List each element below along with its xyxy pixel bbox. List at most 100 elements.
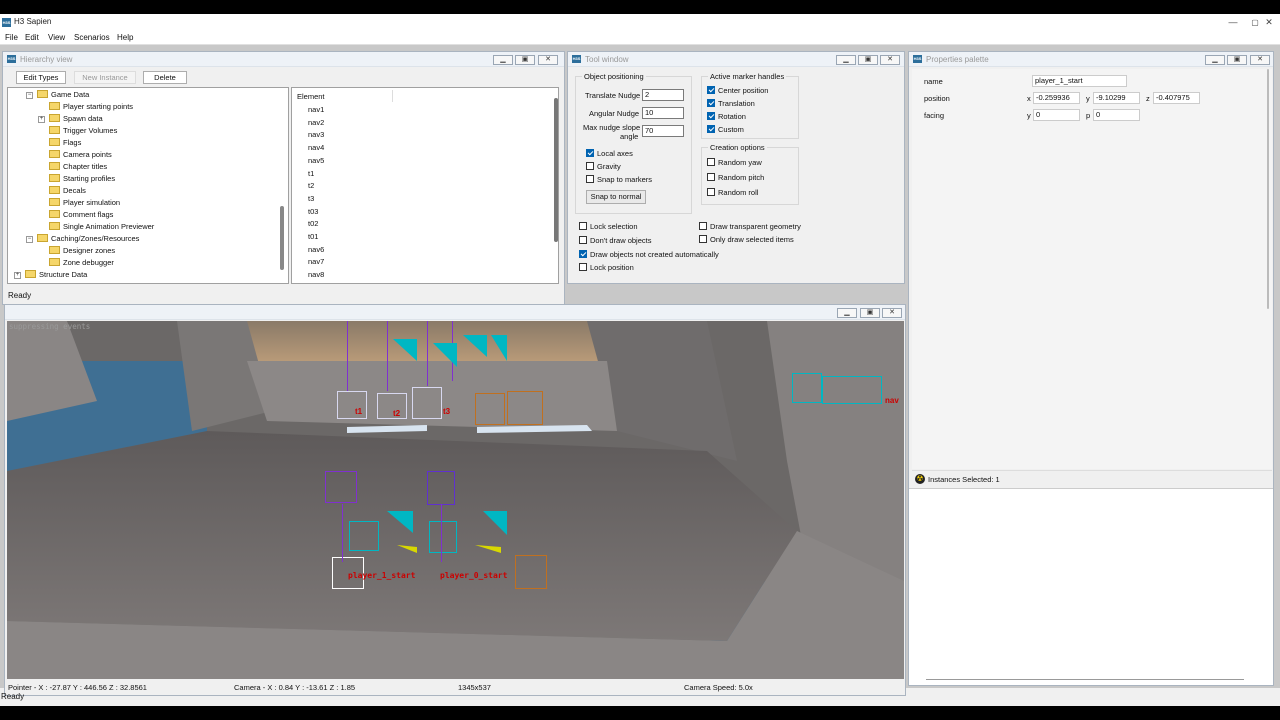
draw-transparent-label[interactable]: Draw transparent geometry <box>710 222 801 231</box>
snap-to-normal-button[interactable]: Snap to normal <box>586 190 646 204</box>
tree-item[interactable]: Comment flags <box>49 210 113 222</box>
random-yaw-label[interactable]: Random yaw <box>718 158 762 167</box>
element-column-header[interactable]: Element <box>297 92 325 101</box>
menu-help[interactable]: Help <box>117 33 133 42</box>
random-roll-label[interactable]: Random roll <box>718 188 758 197</box>
tree-item[interactable]: + Structure Data <box>14 270 87 282</box>
list-scrollbar[interactable] <box>554 98 558 242</box>
facing-p-field[interactable]: 0 <box>1093 109 1140 121</box>
tool-title-bar[interactable]: H3S Tool window ▁ ▣ ✕ <box>568 52 904 67</box>
translation-checkbox[interactable] <box>707 99 715 107</box>
custom-label[interactable]: Custom <box>718 125 744 134</box>
position-x-field[interactable]: -0.259936 <box>1033 92 1080 104</box>
list-item[interactable]: nav1 <box>308 105 324 114</box>
lock-selection-checkbox[interactable] <box>579 222 587 230</box>
position-z-field[interactable]: -0.407975 <box>1153 92 1200 104</box>
delete-button[interactable]: Delete <box>143 71 187 84</box>
player-marker-box[interactable] <box>349 521 379 551</box>
element-list[interactable]: Element nav1 nav2 nav3 nav4 nav5 t1 t2 t3 t03 t02… <box>291 87 559 284</box>
3d-viewport[interactable]: suppressing events t1 t2 t3 nav player_1… <box>7 321 904 679</box>
restore-icon[interactable]: ▣ <box>858 55 878 65</box>
player-marker-box[interactable] <box>429 521 457 553</box>
player-0-marker-box[interactable] <box>515 555 547 589</box>
only-draw-selected-label[interactable]: Only draw selected items <box>710 235 794 244</box>
edit-types-button[interactable]: Edit Types <box>16 71 66 84</box>
restore-icon[interactable]: ▣ <box>860 308 880 318</box>
list-item[interactable]: t1 <box>308 169 314 178</box>
list-item[interactable]: nav4 <box>308 143 324 152</box>
gravity-label[interactable]: Gravity <box>597 162 621 171</box>
center-position-label[interactable]: Center position <box>718 86 768 95</box>
max-nudge-input[interactable]: 70 <box>642 125 684 137</box>
translation-label[interactable]: Translation <box>718 99 755 108</box>
list-item[interactable]: t03 <box>308 207 318 216</box>
close-icon[interactable]: ✕ <box>1250 55 1270 65</box>
position-y-field[interactable]: -9.10299 <box>1093 92 1140 104</box>
expand-icon[interactable]: + <box>14 272 21 279</box>
list-item[interactable]: nav5 <box>308 156 324 165</box>
draw-not-created-label[interactable]: Draw objects not created automatically <box>590 250 719 259</box>
tree-item[interactable]: Zone debugger <box>49 258 114 270</box>
player-marker-box[interactable] <box>325 471 357 503</box>
minimize-icon[interactable]: ▁ <box>1205 55 1225 65</box>
lock-position-checkbox[interactable] <box>579 263 587 271</box>
tree-scrollbar[interactable] <box>280 206 284 270</box>
minimize-icon[interactable]: ▁ <box>836 55 856 65</box>
translate-nudge-input[interactable]: 2 <box>642 89 684 101</box>
list-item[interactable]: nav8 <box>308 270 324 279</box>
snap-to-markers-checkbox[interactable] <box>586 175 594 183</box>
menu-scenarios[interactable]: Scenarios <box>74 33 110 42</box>
draw-transparent-checkbox[interactable] <box>699 222 707 230</box>
dont-draw-objects-checkbox[interactable] <box>579 236 587 244</box>
tree-item[interactable]: Starting profiles <box>49 174 115 186</box>
tree-item[interactable]: Player starting points <box>49 102 133 114</box>
restore-icon[interactable]: ▣ <box>515 55 535 65</box>
tree-item[interactable]: Trigger Volumes <box>49 126 117 138</box>
list-item[interactable]: t02 <box>308 219 318 228</box>
gravity-checkbox[interactable] <box>586 162 594 170</box>
random-yaw-checkbox[interactable] <box>707 158 715 166</box>
local-axes-checkbox[interactable] <box>586 149 594 157</box>
collapse-icon[interactable]: − <box>26 92 33 99</box>
tree-item[interactable]: Decals <box>49 186 86 198</box>
random-pitch-label[interactable]: Random pitch <box>718 173 764 182</box>
random-roll-checkbox[interactable] <box>707 188 715 196</box>
only-draw-selected-checkbox[interactable] <box>699 235 707 243</box>
custom-checkbox[interactable] <box>707 125 715 133</box>
properties-title-bar[interactable]: H3S Properties palette ▁ ▣ ✕ <box>909 52 1273 67</box>
close-icon[interactable]: ✕ <box>882 308 902 318</box>
horizontal-scrollbar[interactable] <box>926 679 1244 680</box>
draw-not-created-checkbox[interactable] <box>579 250 587 258</box>
player-marker-box[interactable] <box>427 471 455 505</box>
expand-icon[interactable]: + <box>38 116 45 123</box>
list-item[interactable]: nav7 <box>308 257 324 266</box>
minimize-icon[interactable]: — <box>1222 16 1244 29</box>
dont-draw-objects-label[interactable]: Don't draw objects <box>590 236 651 245</box>
tree-item[interactable]: Player simulation <box>49 198 120 210</box>
tree-item[interactable]: − Game Data <box>26 90 89 102</box>
snap-to-markers-label[interactable]: Snap to markers <box>597 175 652 184</box>
lock-position-label[interactable]: Lock position <box>590 263 634 272</box>
properties-scrollbar[interactable] <box>1267 69 1269 309</box>
tree-item[interactable]: − Caching/Zones/Resources <box>26 234 139 246</box>
list-item[interactable]: nav2 <box>308 118 324 127</box>
menu-file[interactable]: File <box>5 33 18 42</box>
tree-item[interactable]: + Spawn data <box>38 114 103 126</box>
list-item[interactable]: t01 <box>308 232 318 241</box>
local-axes-label[interactable]: Local axes <box>597 149 633 158</box>
tree-item[interactable]: Designer zones <box>49 246 115 258</box>
close-icon[interactable]: ✕ <box>880 55 900 65</box>
minimize-icon[interactable]: ▁ <box>493 55 513 65</box>
list-item[interactable]: t2 <box>308 181 314 190</box>
new-instance-button[interactable]: New Instance <box>74 71 136 84</box>
restore-icon[interactable]: ▣ <box>1227 55 1247 65</box>
collapse-icon[interactable]: − <box>26 236 33 243</box>
tree-item[interactable]: Chapter titles <box>49 162 107 174</box>
menu-view[interactable]: View <box>48 33 65 42</box>
name-field[interactable]: player_1_start <box>1032 75 1127 87</box>
list-item[interactable]: nav3 <box>308 130 324 139</box>
close-icon[interactable]: ✕ <box>538 55 558 65</box>
rotation-checkbox[interactable] <box>707 112 715 120</box>
tree-item[interactable]: Single Animation Previewer <box>49 222 154 234</box>
close-icon[interactable]: ✕ <box>1258 16 1280 29</box>
